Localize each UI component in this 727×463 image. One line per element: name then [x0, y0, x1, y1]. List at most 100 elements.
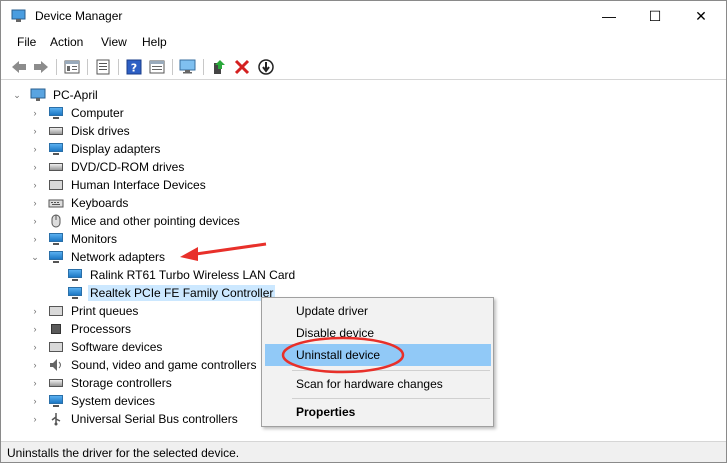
system-device-icon [48, 394, 64, 408]
tree-item-human-interface-devices[interactable]: › Human Interface Devices [30, 176, 208, 194]
tree-item-dvd-cd-rom[interactable]: › DVD/CD-ROM drives [30, 158, 186, 176]
device-manager-app-icon [11, 9, 26, 22]
computer-icon [30, 88, 46, 102]
chevron-down-icon[interactable]: ⌄ [12, 90, 22, 101]
tree-item-mice[interactable]: › Mice and other pointing devices [30, 212, 242, 230]
chevron-right-icon[interactable]: › [30, 144, 40, 154]
menu-bar: File Action View Help [1, 32, 726, 54]
tree-item-sound-video-game[interactable]: › Sound, video and game controllers [30, 356, 258, 374]
usb-icon [48, 412, 64, 426]
chevron-right-icon[interactable]: › [30, 396, 40, 406]
tree-item-system-devices[interactable]: › System devices [30, 392, 157, 410]
maximize-button[interactable]: ☐ [632, 1, 678, 31]
menu-item-uninstall-device[interactable]: Uninstall device [265, 344, 491, 366]
help-icon[interactable]: ? [124, 57, 144, 77]
chevron-right-icon[interactable]: › [30, 360, 40, 370]
tree-item-keyboards[interactable]: › Keyboards [30, 194, 130, 212]
tree-item-software-devices[interactable]: › Software devices [30, 338, 164, 356]
speaker-icon [48, 358, 64, 372]
tree-item-computer[interactable]: › Computer [30, 104, 126, 122]
menu-file[interactable]: File [17, 35, 36, 49]
disk-drive-icon [48, 124, 64, 138]
uninstall-icon[interactable] [232, 57, 252, 77]
chevron-down-icon[interactable]: ⌄ [30, 252, 40, 263]
processor-icon [48, 322, 64, 336]
tree-item-label: Disk drives [71, 124, 130, 138]
tree-item-monitors[interactable]: › Monitors [30, 230, 119, 248]
menu-view[interactable]: View [101, 35, 127, 49]
tree-item-usb-controllers[interactable]: › Universal Serial Bus controllers [30, 410, 240, 428]
chevron-right-icon[interactable]: › [30, 234, 40, 244]
tree-item-label: System devices [71, 394, 156, 408]
tree-item-display-adapters[interactable]: › Display adapters [30, 140, 162, 158]
network-card-icon [67, 286, 83, 300]
hid-icon [48, 178, 64, 192]
computer-icon [48, 106, 64, 120]
forward-icon[interactable] [31, 57, 51, 77]
tree-item-label: Ralink RT61 Turbo Wireless LAN Card [90, 268, 296, 282]
tree-root[interactable]: ⌄ PC-April [12, 86, 100, 104]
tree-item-print-queues[interactable]: › Print queues [30, 302, 140, 320]
scan-hardware-icon[interactable] [178, 57, 198, 77]
tree-item-label: Storage controllers [71, 376, 172, 390]
minimize-button[interactable]: — [586, 1, 632, 31]
dvd-drive-icon [48, 160, 64, 174]
chevron-right-icon[interactable]: › [30, 414, 40, 424]
tree-item-label: Mice and other pointing devices [71, 214, 240, 228]
tree-item-label: Realtek PCIe FE Family Controller [88, 285, 276, 301]
properties-view-icon[interactable] [62, 57, 82, 77]
close-button[interactable]: ✕ [678, 1, 724, 31]
tree-item-processors[interactable]: › Processors [30, 320, 133, 338]
display-adapter-icon [48, 142, 64, 156]
tree-item-label: Keyboards [71, 196, 129, 210]
chevron-right-icon[interactable]: › [30, 324, 40, 334]
chevron-right-icon[interactable]: › [30, 216, 40, 226]
chevron-right-icon[interactable]: › [30, 108, 40, 118]
chevron-right-icon[interactable]: › [30, 378, 40, 388]
chevron-right-icon[interactable]: › [30, 198, 40, 208]
tree-item-network-adapters[interactable]: ⌄ Network adapters [30, 248, 167, 266]
tree-item-label: Display adapters [71, 142, 161, 156]
disable-icon[interactable] [256, 57, 276, 77]
tree-item-realtek[interactable]: Realtek PCIe FE Family Controller [67, 284, 276, 302]
tree-item-label: Print queues [71, 304, 139, 318]
device-manager-window: Device Manager — ☐ ✕ File Action View He… [0, 0, 727, 463]
title-bar: Device Manager — ☐ ✕ [1, 1, 726, 31]
window-title: Device Manager [35, 9, 123, 23]
menu-help[interactable]: Help [142, 35, 167, 49]
chevron-right-icon[interactable]: › [30, 162, 40, 172]
tree-item-storage-controllers[interactable]: › Storage controllers [30, 374, 174, 392]
printer-icon [48, 304, 64, 318]
resources-view-icon[interactable] [147, 57, 167, 77]
status-bar: Uninstalls the driver for the selected d… [1, 441, 726, 462]
chevron-right-icon[interactable]: › [30, 342, 40, 352]
tree-item-label: Computer [71, 106, 124, 120]
tree-item-ralink[interactable]: Ralink RT61 Turbo Wireless LAN Card [67, 266, 297, 284]
tree-item-label: Software devices [71, 340, 163, 354]
chevron-right-icon[interactable]: › [30, 126, 40, 136]
tree-item-label: Network adapters [71, 250, 166, 264]
mouse-icon [48, 214, 64, 228]
tree-item-label: Sound, video and game controllers [71, 358, 257, 372]
menu-item-update-driver[interactable]: Update driver [262, 300, 493, 322]
storage-controller-icon [48, 376, 64, 390]
network-card-icon [67, 268, 83, 282]
tree-item-label: Monitors [71, 232, 118, 246]
tree-root-label: PC-April [53, 88, 98, 102]
tree-item-label: DVD/CD-ROM drives [71, 160, 185, 174]
status-text: Uninstalls the driver for the selected d… [7, 446, 240, 460]
back-icon[interactable] [9, 57, 29, 77]
menu-item-disable-device[interactable]: Disable device [262, 322, 493, 344]
toolbar: ? [1, 54, 726, 80]
monitor-icon [48, 232, 64, 246]
software-device-icon [48, 340, 64, 354]
menu-item-properties[interactable]: Properties [262, 401, 493, 423]
chevron-right-icon[interactable]: › [30, 180, 40, 190]
list-view-icon[interactable] [93, 57, 113, 77]
menu-action[interactable]: Action [50, 35, 83, 49]
update-driver-icon[interactable] [209, 57, 229, 77]
tree-item-disk-drives[interactable]: › Disk drives [30, 122, 132, 140]
menu-item-scan-hardware[interactable]: Scan for hardware changes [262, 373, 493, 395]
chevron-right-icon[interactable]: › [30, 306, 40, 316]
keyboard-icon [48, 196, 64, 210]
